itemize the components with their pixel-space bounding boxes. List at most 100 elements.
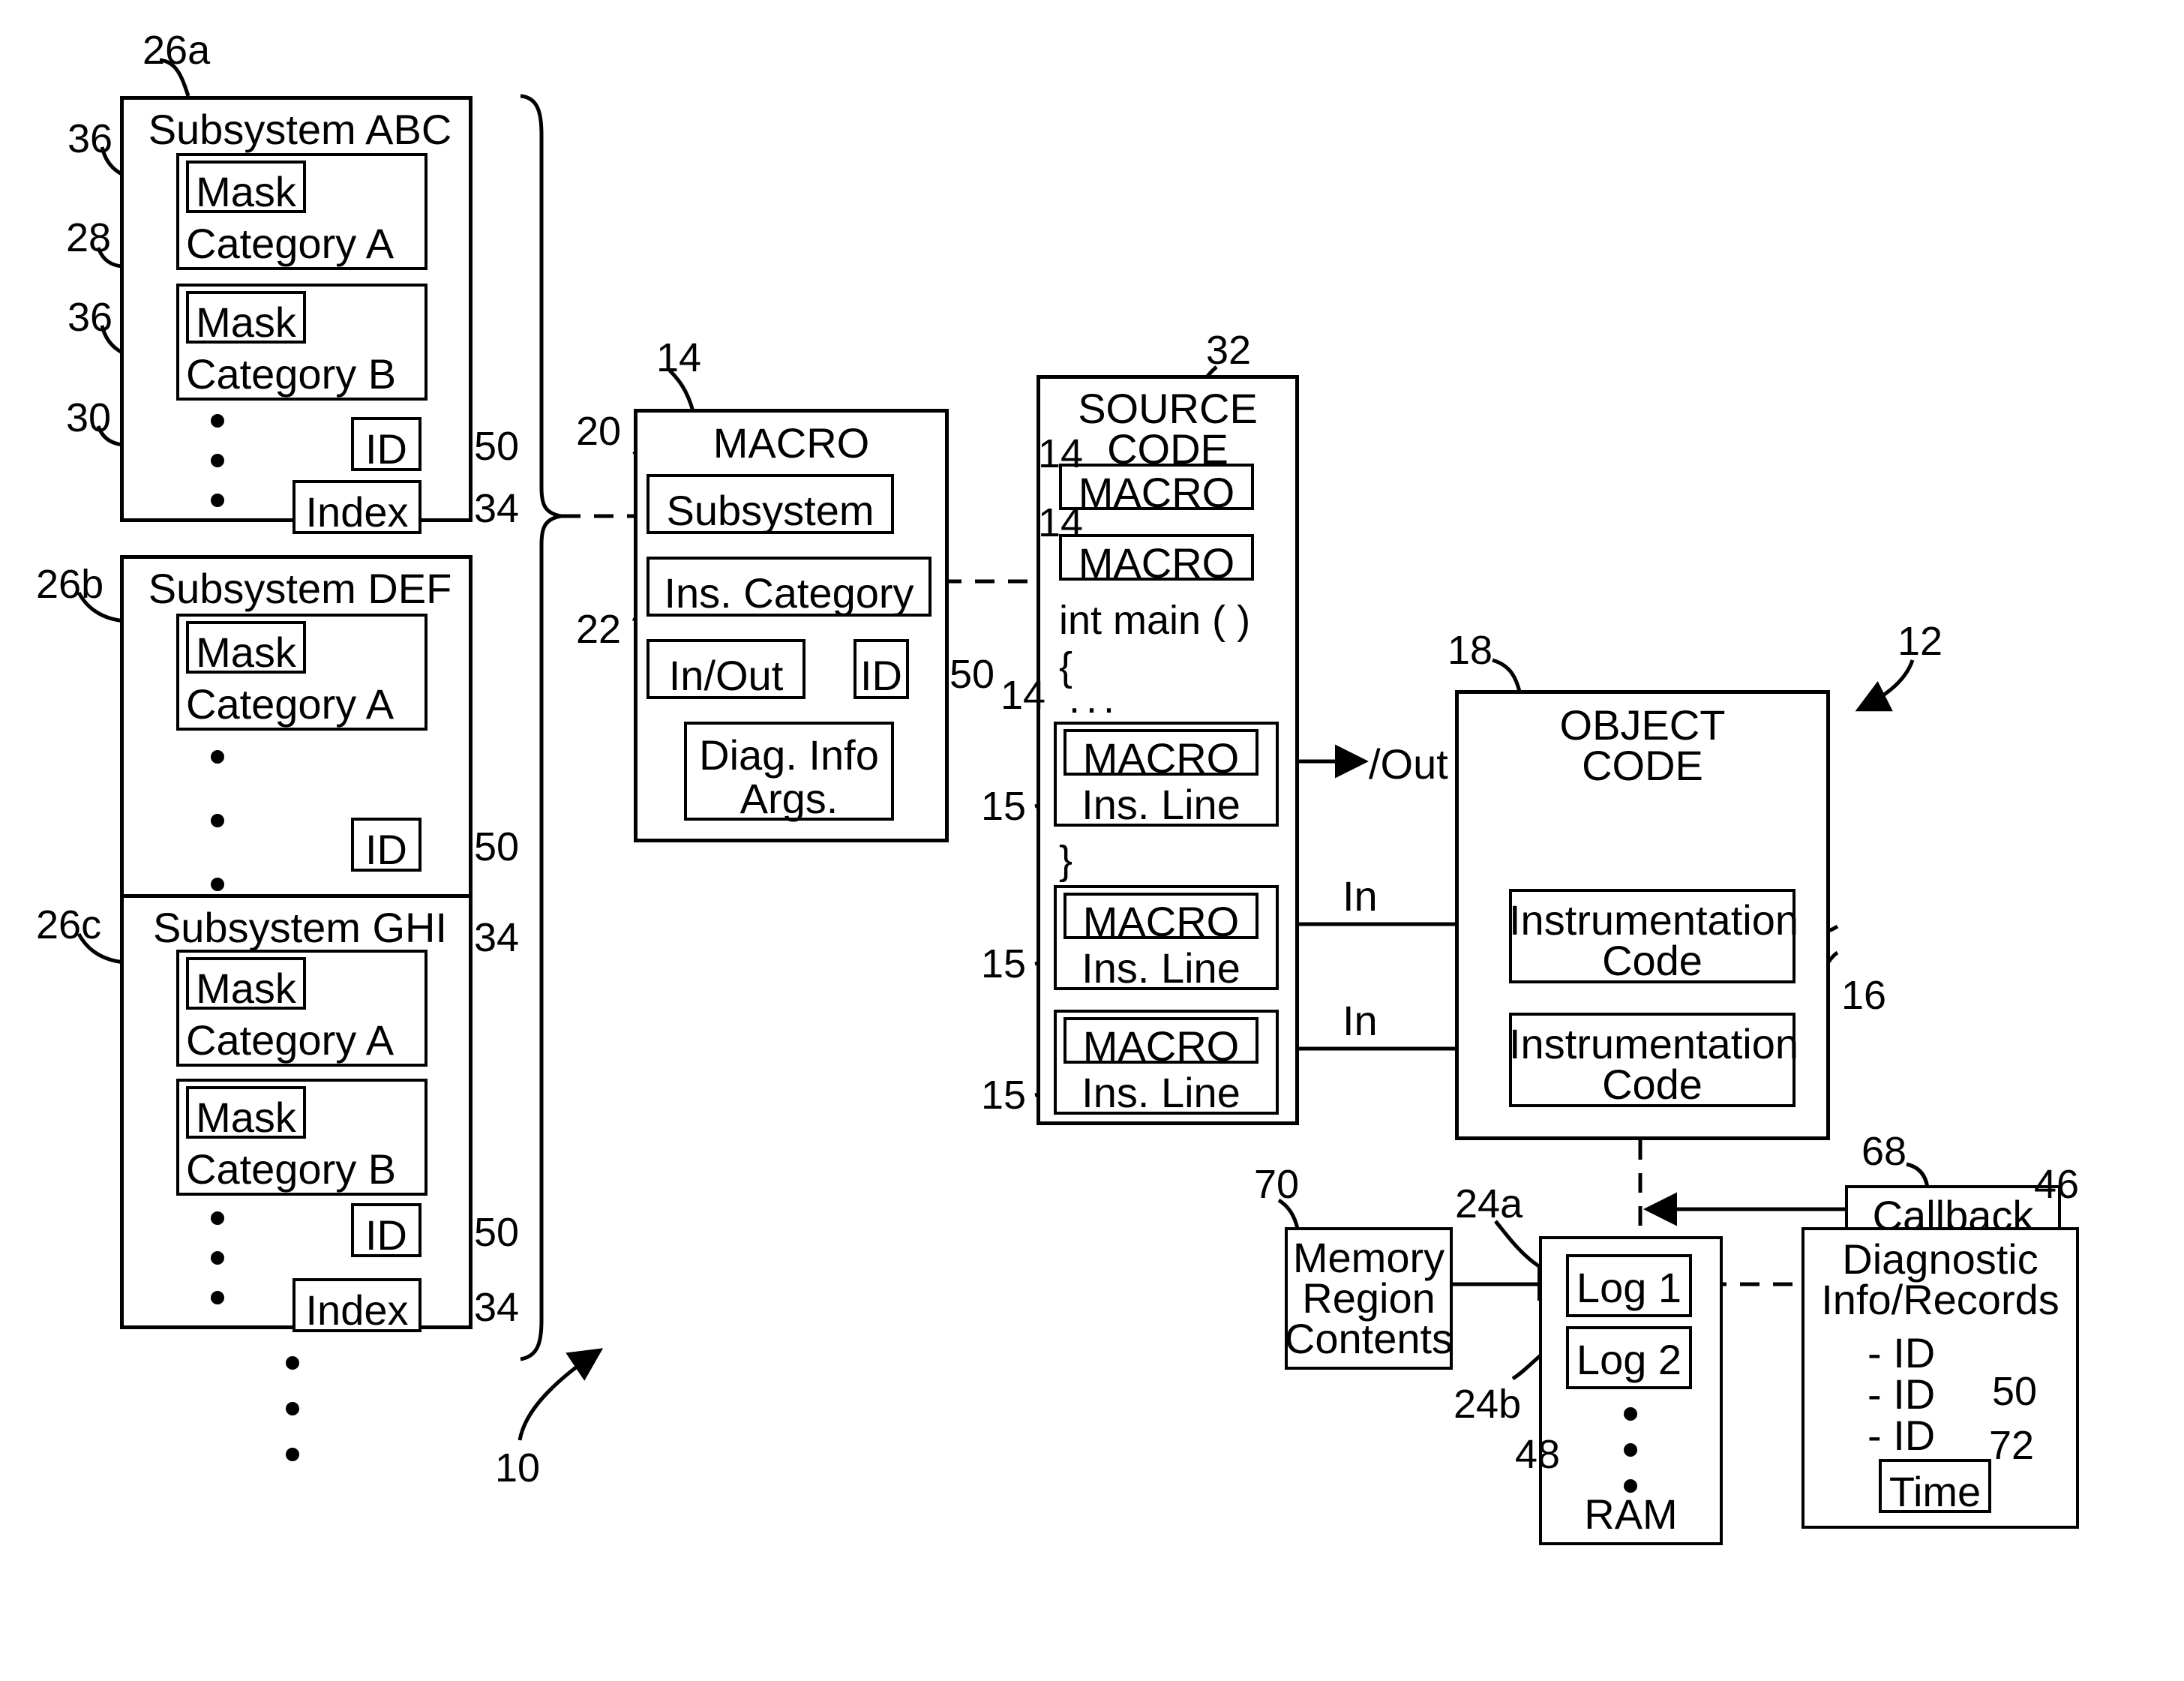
category-label-a-abc: Category A (186, 220, 394, 267)
vertical-ellipsis-dot (1624, 1407, 1637, 1421)
subsystem-ghi-title: Subsystem GHI (152, 904, 448, 951)
id-label-ghi: ID (365, 1211, 407, 1259)
memory-region-line2: Region (1302, 1274, 1436, 1322)
macro-inout-label: In/Out (668, 652, 784, 699)
ref-14-src-1: 14 (1038, 431, 1084, 476)
log-1-label: Log 1 (1576, 1264, 1682, 1311)
diagnostic-line2: Info/Records (1821, 1276, 2060, 1323)
source-macro-label-2: MACRO (1078, 539, 1235, 587)
vertical-ellipsis-dot (211, 1291, 224, 1304)
ref-30: 30 (66, 395, 112, 440)
diagnostic-line1: Diagnostic (1842, 1235, 2038, 1283)
macro-ins-category-label: Ins. Category (664, 569, 914, 617)
ref-50-macro: 50 (950, 652, 995, 697)
id-label-def: ID (365, 826, 407, 873)
index-label-ghi: Index (305, 1286, 409, 1334)
arrow-label-in-1: In (1342, 872, 1378, 920)
ref-36-a: 36 (68, 116, 113, 161)
ref-14-src-3: 14 (1000, 673, 1046, 718)
vertical-ellipsis-dot (211, 878, 224, 891)
category-label-a-ghi: Category A (186, 1016, 394, 1064)
source-macro-label-4: MACRO (1082, 898, 1240, 945)
ref-26a: 26a (142, 28, 211, 73)
vertical-ellipsis-dot (1624, 1443, 1637, 1457)
category-label-a-def: Category A (186, 680, 394, 728)
category-label-b-abc: Category B (186, 350, 397, 398)
macro-subsystem-label: Subsystem (666, 487, 874, 534)
ref-34-def: 34 (474, 915, 520, 960)
vertical-ellipsis-dot (211, 814, 224, 827)
arrow-label-in-2: In (1342, 997, 1378, 1044)
ref-50-ghi: 50 (474, 1210, 520, 1255)
vertical-ellipsis-dot (211, 750, 224, 764)
ref-46: 46 (2034, 1162, 2080, 1207)
ref-70: 70 (1254, 1162, 1300, 1207)
macro-diag-info-line1: Diag. Info (699, 731, 879, 779)
macro-diag-info-line2: Args. (740, 775, 838, 822)
mask-label-a-ghi: Mask (196, 965, 296, 1012)
ref-15-src-3: 15 (981, 1073, 1027, 1118)
ref-14-src-2: 14 (1038, 500, 1084, 545)
instrumentation-code-1-line2: Code (1602, 937, 1702, 984)
ref-48: 48 (1515, 1432, 1561, 1477)
ref-15-src-2: 15 (981, 941, 1027, 986)
subsystem-abc-title: Subsystem ABC (148, 106, 452, 153)
diagnostic-id-3: - ID (1868, 1412, 1936, 1459)
memory-region-line3: Contents (1284, 1315, 1454, 1362)
ref-72: 72 (1989, 1423, 2035, 1468)
source-macro-label-1: MACRO (1078, 469, 1235, 516)
vertical-ellipsis-dot (211, 1211, 224, 1225)
mask-label-b-abc: Mask (196, 299, 296, 346)
ref-14-macro: 14 (656, 335, 702, 380)
ref-22: 22 (576, 607, 622, 652)
subsystem-def-title: Subsystem DEF (148, 565, 452, 612)
category-label-b-ghi: Category B (186, 1145, 397, 1193)
vertical-ellipsis-dot (211, 454, 224, 467)
ref-50-diag: 50 (1992, 1369, 2038, 1414)
ref-12: 12 (1898, 619, 1943, 664)
ref-24a: 24a (1455, 1181, 1523, 1226)
ref-16: 16 (1841, 973, 1887, 1018)
source-ins-line-label-1: Ins. Line (1082, 781, 1240, 828)
object-code-title-line2: CODE (1582, 742, 1703, 789)
ref-32: 32 (1206, 328, 1252, 373)
ref-68: 68 (1862, 1129, 1907, 1174)
ref-10-system: 10 (495, 1445, 541, 1490)
ref-50-def: 50 (474, 824, 520, 869)
ref-34-abc: 34 (474, 486, 520, 531)
instrumentation-code-2-line2: Code (1602, 1061, 1702, 1108)
vertical-ellipsis-dot (286, 1448, 299, 1461)
object-code-title-line1: OBJECT (1559, 701, 1726, 749)
log-2-label: Log 2 (1576, 1336, 1682, 1383)
instrumentation-code-2-line1: Instrumentation (1509, 1020, 1798, 1067)
macro-title: MACRO (712, 419, 870, 467)
memory-region-line1: Memory (1292, 1234, 1445, 1281)
mask-label-a-abc: Mask (196, 168, 296, 215)
ref-26c: 26c (36, 902, 102, 947)
diagnostic-id-1: - ID (1868, 1329, 1936, 1376)
source-close-brace-text: } (1059, 838, 1073, 883)
mask-label-b-ghi: Mask (196, 1094, 296, 1141)
patent-figure: Subsystem ABC Mask Category A Mask Categ… (0, 0, 2184, 1681)
ref-15-src-1: 15 (981, 784, 1027, 829)
ref-24b: 24b (1454, 1382, 1522, 1427)
source-ins-line-label-2: Ins. Line (1082, 944, 1240, 992)
ref-34-ghi: 34 (474, 1285, 520, 1330)
source-code-title-line1: SOURCE (1078, 385, 1258, 432)
source-macro-label-3: MACRO (1082, 734, 1240, 782)
ref-28: 28 (66, 215, 112, 260)
ref-50-abc: 50 (474, 424, 520, 469)
vertical-ellipsis-dot (286, 1356, 299, 1370)
ref-18: 18 (1448, 628, 1493, 673)
source-ins-line-label-3: Ins. Line (1082, 1069, 1240, 1116)
diagnostic-id-2: - ID (1868, 1370, 1936, 1418)
vertical-ellipsis-dot (286, 1402, 299, 1415)
macro-id-label: ID (860, 652, 902, 699)
source-macro-label-5: MACRO (1082, 1022, 1240, 1070)
instrumentation-code-1-line1: Instrumentation (1509, 896, 1798, 944)
ref-36-b: 36 (68, 295, 113, 340)
mask-label-a-def: Mask (196, 629, 296, 676)
index-label-abc: Index (305, 488, 409, 536)
ref-26b: 26b (36, 562, 104, 607)
vertical-ellipsis-dot (211, 1251, 224, 1265)
